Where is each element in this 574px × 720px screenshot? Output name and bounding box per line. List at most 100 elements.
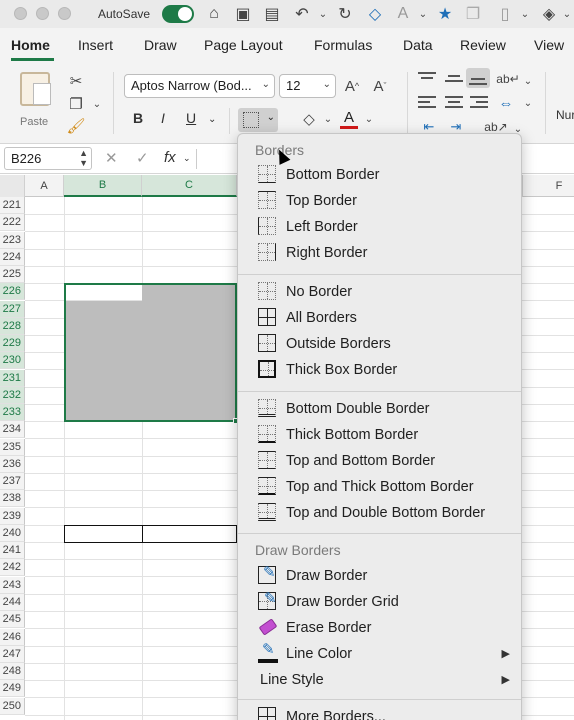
save-as-icon[interactable]: ▤: [261, 3, 283, 25]
select-all-corner[interactable]: [0, 175, 25, 197]
column-header-f[interactable]: F: [522, 175, 574, 197]
tab-insert[interactable]: Insert: [78, 37, 113, 53]
bordered-cells-row-240[interactable]: [64, 525, 237, 543]
copy-dropdown-icon[interactable]: ⌄: [86, 93, 108, 115]
increase-font-size-icon[interactable]: A ^: [341, 75, 363, 97]
row-header[interactable]: 249: [0, 680, 25, 697]
column-header-c[interactable]: C: [142, 175, 237, 197]
row-header[interactable]: 222: [0, 214, 25, 231]
bold-button[interactable]: B: [133, 110, 143, 126]
text-style-dropdown-icon[interactable]: ⌄: [412, 3, 434, 25]
tab-review[interactable]: Review: [460, 37, 506, 53]
underline-button[interactable]: U: [186, 110, 196, 126]
row-header[interactable]: 243: [0, 577, 25, 594]
tab-home[interactable]: Home: [11, 37, 50, 53]
menu-item-line-color[interactable]: ✎ Line Color ▶: [246, 641, 514, 666]
row-header[interactable]: 246: [0, 629, 25, 646]
tab-view[interactable]: View: [534, 37, 564, 53]
row-header[interactable]: 244: [0, 594, 25, 611]
row-header[interactable]: 236: [0, 456, 25, 473]
zoom-window-button[interactable]: [58, 7, 71, 20]
row-header[interactable]: 225: [0, 266, 25, 283]
menu-item-bottom-double-border[interactable]: Bottom Double Border: [246, 397, 514, 421]
text-style-icon[interactable]: A: [392, 3, 414, 25]
row-header[interactable]: 239: [0, 508, 25, 525]
shape-icon[interactable]: ◇: [364, 3, 386, 25]
selection-outline[interactable]: [64, 283, 237, 422]
row-header[interactable]: 228: [0, 318, 25, 335]
row-header[interactable]: 238: [0, 490, 25, 507]
cut-icon[interactable]: ✂: [65, 70, 87, 92]
row-header[interactable]: 240: [0, 525, 25, 542]
row-header[interactable]: 250: [0, 698, 25, 715]
copy-format-icon[interactable]: ❐: [462, 3, 484, 25]
row-header[interactable]: 229: [0, 335, 25, 352]
font-name-select[interactable]: Aptos Narrow (Bod... ⌄: [124, 74, 275, 98]
row-header[interactable]: 234: [0, 421, 25, 438]
menu-item-top-and-bottom-border[interactable]: Top and Bottom Border: [246, 449, 514, 473]
wrap-text-icon[interactable]: ab↵: [496, 68, 519, 90]
merge-center-icon[interactable]: ⇔: [495, 92, 517, 114]
menu-item-bottom-border[interactable]: Bottom Border: [246, 163, 514, 187]
row-header[interactable]: 232: [0, 387, 25, 404]
home-icon[interactable]: ⌂: [203, 3, 225, 25]
save-icon[interactable]: ▣: [232, 3, 254, 25]
font-color-icon[interactable]: A: [338, 106, 360, 128]
menu-item-all-borders[interactable]: All Borders: [246, 306, 514, 330]
fill-dropdown-icon[interactable]: ⌄: [556, 3, 574, 25]
align-top-icon[interactable]: [418, 72, 436, 86]
row-header[interactable]: 237: [0, 473, 25, 490]
row-header[interactable]: 248: [0, 663, 25, 680]
row-header[interactable]: 231: [0, 370, 25, 387]
format-painter-icon[interactable]: 🖌: [65, 115, 87, 137]
paste-button[interactable]: Paste: [14, 70, 58, 130]
tab-data[interactable]: Data: [403, 37, 433, 53]
page-dropdown-icon[interactable]: ⌄: [514, 3, 536, 25]
merge-dropdown-icon[interactable]: ⌄: [517, 92, 539, 114]
menu-item-top-border[interactable]: Top Border: [246, 189, 514, 213]
autosave-toggle[interactable]: [162, 5, 194, 23]
cancel-icon[interactable]: ✕: [105, 149, 118, 167]
function-dropdown-icon[interactable]: ⌄: [183, 153, 191, 164]
borders-dropdown-button[interactable]: ⌄: [238, 108, 278, 132]
menu-item-outside-borders[interactable]: Outside Borders: [246, 332, 514, 356]
menu-item-top-and-thick-bottom-border[interactable]: Top and Thick Bottom Border: [246, 475, 514, 499]
column-header-b[interactable]: B: [64, 175, 142, 197]
page-icon[interactable]: ▯: [494, 3, 516, 25]
row-header[interactable]: 241: [0, 542, 25, 559]
row-header[interactable]: 230: [0, 352, 25, 369]
decrease-font-size-icon[interactable]: Aˇ: [369, 75, 391, 97]
menu-item-top-and-double-bottom-border[interactable]: Top and Double Bottom Border: [246, 501, 514, 525]
menu-item-no-border[interactable]: No Border: [246, 280, 514, 304]
align-center-icon[interactable]: [445, 96, 463, 110]
font-size-select[interactable]: 12 ⌄: [279, 74, 336, 98]
row-header[interactable]: 242: [0, 559, 25, 576]
copy-icon[interactable]: ❐: [65, 93, 87, 115]
row-header[interactable]: 233: [0, 404, 25, 421]
tab-draw[interactable]: Draw: [144, 37, 177, 53]
redo-icon[interactable]: ↻: [334, 3, 356, 25]
align-right-icon[interactable]: [470, 96, 488, 110]
name-box[interactable]: B226 ▲ ▼: [4, 147, 92, 170]
row-header[interactable]: 227: [0, 301, 25, 318]
align-left-icon[interactable]: [418, 96, 436, 110]
italic-button[interactable]: I: [161, 110, 165, 126]
underline-dropdown-icon[interactable]: ⌄: [208, 114, 216, 125]
menu-item-draw-border-grid[interactable]: ✎ Draw Border Grid: [246, 590, 514, 614]
undo-icon[interactable]: ↶: [291, 3, 313, 25]
fill-color-dropdown-icon[interactable]: ⌄: [317, 108, 339, 130]
star-icon[interactable]: ★: [434, 3, 456, 25]
align-bottom-icon[interactable]: [466, 68, 490, 88]
menu-item-thick-bottom-border[interactable]: Thick Bottom Border: [246, 423, 514, 447]
font-color-dropdown-icon[interactable]: ⌄: [358, 108, 380, 130]
tab-page-layout[interactable]: Page Layout: [204, 37, 283, 53]
row-header[interactable]: 247: [0, 646, 25, 663]
insert-function-icon[interactable]: fx: [164, 149, 176, 166]
enter-icon[interactable]: ✓: [136, 149, 149, 167]
row-header[interactable]: 235: [0, 439, 25, 456]
menu-item-line-style[interactable]: Line Style ▶: [246, 668, 514, 692]
row-header[interactable]: 226: [0, 283, 25, 300]
undo-dropdown-icon[interactable]: ⌄: [312, 3, 334, 25]
wrap-dropdown-icon[interactable]: ⌄: [517, 70, 539, 92]
menu-item-right-border[interactable]: Right Border: [246, 241, 514, 265]
